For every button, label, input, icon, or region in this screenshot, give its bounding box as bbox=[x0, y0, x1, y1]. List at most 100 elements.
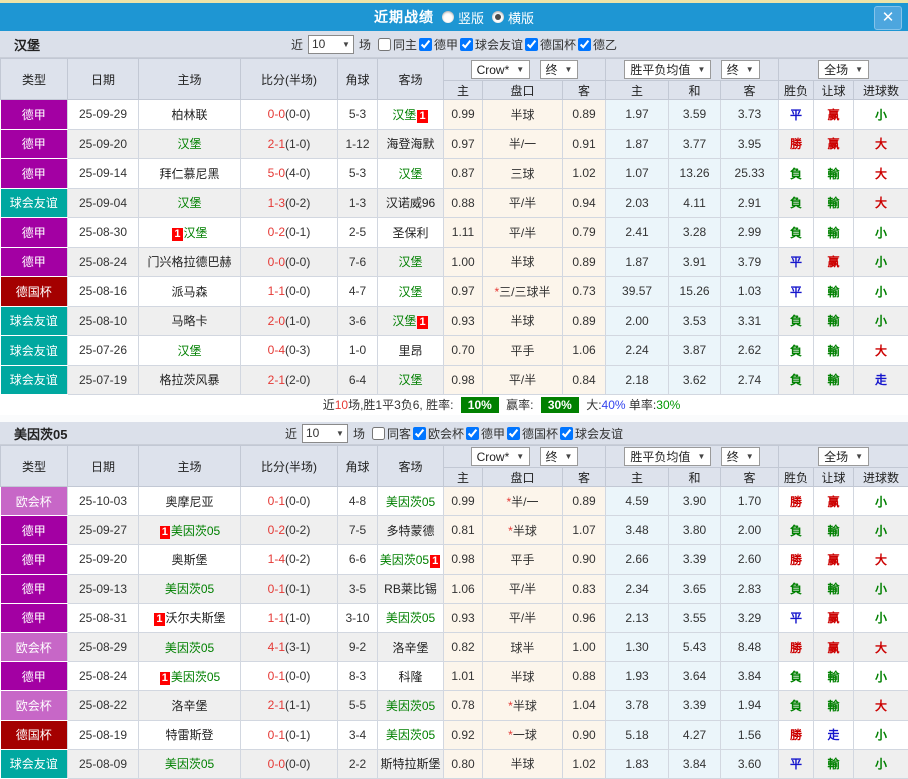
near-label: 近 bbox=[291, 36, 303, 53]
result-outcome: 勝 bbox=[779, 545, 814, 574]
home-team[interactable]: 特雷斯登 bbox=[139, 720, 241, 749]
away-team[interactable]: 美因茨051 bbox=[378, 545, 444, 574]
home-team[interactable]: 柏林联 bbox=[139, 100, 241, 130]
away-team[interactable]: 汉堡 bbox=[378, 159, 444, 189]
home-team[interactable]: 拜仁慕尼黑 bbox=[139, 159, 241, 189]
league-checkbox[interactable] bbox=[507, 427, 520, 440]
league-filter-欧会杯[interactable]: 欧会杯 bbox=[411, 427, 464, 441]
result-outcome: 負 bbox=[779, 662, 814, 691]
avg-draw: 3.91 bbox=[669, 247, 721, 277]
away-team[interactable]: 汉堡 bbox=[378, 277, 444, 307]
league-checkbox[interactable] bbox=[525, 38, 538, 51]
league-filter-德甲[interactable]: 德甲 bbox=[464, 427, 505, 441]
away-team[interactable]: 科隆 bbox=[378, 662, 444, 691]
league-checkbox[interactable] bbox=[413, 427, 426, 440]
match-row: 德甲25-09-13美因茨050-1(0-1)3-5RB莱比锡1.06平/半0.… bbox=[1, 574, 908, 603]
away-team[interactable]: 汉堡1 bbox=[378, 306, 444, 336]
away-team[interactable]: 圣保利 bbox=[378, 218, 444, 248]
layout-radio-vertical[interactable]: 竖版 bbox=[442, 8, 484, 27]
league-checkbox[interactable] bbox=[560, 427, 573, 440]
away-team[interactable]: RB莱比锡 bbox=[378, 574, 444, 603]
odds-away: 0.84 bbox=[563, 365, 606, 395]
away-team[interactable]: 斯特拉斯堡 bbox=[378, 749, 444, 778]
away-team[interactable]: 美因茨05 bbox=[378, 691, 444, 720]
home-team[interactable]: 1美因茨05 bbox=[139, 516, 241, 545]
close-button[interactable]: ✕ bbox=[874, 6, 902, 30]
score: 0-2(0-1) bbox=[241, 218, 338, 248]
away-team[interactable]: 海登海默 bbox=[378, 129, 444, 159]
match-count-select[interactable]: 10▼ bbox=[308, 35, 354, 54]
match-row: 德甲25-09-14拜仁慕尼黑5-0(4-0)5-3汉堡0.87三球1.021.… bbox=[1, 159, 908, 189]
bookmaker-select[interactable]: Crow*▼ bbox=[471, 447, 531, 466]
odds-home: 0.80 bbox=[444, 749, 483, 778]
col-header-corner: 角球 bbox=[338, 446, 378, 487]
home-team[interactable]: 奥摩尼亚 bbox=[139, 487, 241, 516]
away-team[interactable]: 美因茨05 bbox=[378, 487, 444, 516]
league-type-badge: 德国杯 bbox=[1, 277, 68, 307]
avg-odds-select[interactable]: 胜平负均值▼ bbox=[624, 60, 711, 79]
league-filter-label: 球会友谊 bbox=[475, 38, 523, 52]
final-odds-select[interactable]: 终▼ bbox=[540, 60, 579, 79]
match-count-select[interactable]: 10▼ bbox=[302, 424, 348, 443]
league-checkbox[interactable] bbox=[419, 38, 432, 51]
home-team[interactable]: 派马森 bbox=[139, 277, 241, 307]
home-team[interactable]: 汉堡 bbox=[139, 188, 241, 218]
odds-away: 1.02 bbox=[563, 159, 606, 189]
league-filters: 欧会杯德甲德国杯球会友谊 bbox=[411, 425, 623, 442]
league-filter-德乙[interactable]: 德乙 bbox=[576, 38, 617, 52]
result-handicap: 赢 bbox=[814, 129, 854, 159]
home-team[interactable]: 汉堡 bbox=[139, 129, 241, 159]
scope-select[interactable]: 全场▼ bbox=[818, 60, 869, 79]
odds-home: 1.11 bbox=[444, 218, 483, 248]
match-row: 球会友谊25-07-26汉堡0-4(0-3)1-0里昂0.70平手1.062.2… bbox=[1, 336, 908, 366]
layout-radio-horizontal[interactable]: 横版 bbox=[492, 8, 534, 27]
result-handicap: 赢 bbox=[814, 100, 854, 130]
home-team[interactable]: 1沃尔夫斯堡 bbox=[139, 603, 241, 632]
away-team[interactable]: 汉堡1 bbox=[378, 100, 444, 130]
away-team[interactable]: 美因茨05 bbox=[378, 720, 444, 749]
away-team[interactable]: 洛辛堡 bbox=[378, 632, 444, 661]
home-team[interactable]: 1美因茨05 bbox=[139, 662, 241, 691]
final-avg-select[interactable]: 终▼ bbox=[721, 447, 760, 466]
home-team[interactable]: 门兴格拉德巴赫 bbox=[139, 247, 241, 277]
home-team[interactable]: 格拉茨风暴 bbox=[139, 365, 241, 395]
league-checkbox[interactable] bbox=[460, 38, 473, 51]
league-filter-德甲[interactable]: 德甲 bbox=[417, 38, 458, 52]
league-filter-德国杯[interactable]: 德国杯 bbox=[523, 38, 576, 52]
avg-home: 2.03 bbox=[606, 188, 669, 218]
away-team[interactable]: 汉堡 bbox=[378, 365, 444, 395]
result-handicap: 走 bbox=[814, 720, 854, 749]
away-team[interactable]: 里昂 bbox=[378, 336, 444, 366]
final-odds-select[interactable]: 终▼ bbox=[540, 447, 579, 466]
league-type-badge: 德国杯 bbox=[1, 720, 68, 749]
away-team[interactable]: 多特蒙德 bbox=[378, 516, 444, 545]
league-filter-球会友谊[interactable]: 球会友谊 bbox=[458, 38, 523, 52]
league-filter-德国杯[interactable]: 德国杯 bbox=[505, 427, 558, 441]
same-venue-checkbox[interactable] bbox=[372, 427, 385, 440]
result-goals: 走 bbox=[854, 365, 908, 395]
home-team[interactable]: 1汉堡 bbox=[139, 218, 241, 248]
home-team[interactable]: 奥斯堡 bbox=[139, 545, 241, 574]
final-avg-select[interactable]: 终▼ bbox=[721, 60, 760, 79]
league-type-badge: 欧会杯 bbox=[1, 632, 68, 661]
league-filter-球会友谊[interactable]: 球会友谊 bbox=[558, 427, 623, 441]
league-checkbox[interactable] bbox=[466, 427, 479, 440]
home-team[interactable]: 洛辛堡 bbox=[139, 691, 241, 720]
home-team[interactable]: 美因茨05 bbox=[139, 574, 241, 603]
bookmaker-select[interactable]: Crow*▼ bbox=[471, 60, 531, 79]
avg-home: 5.18 bbox=[606, 720, 669, 749]
scope-select[interactable]: 全场▼ bbox=[818, 447, 869, 466]
chevron-down-icon: ▼ bbox=[855, 65, 863, 74]
same-venue-checkbox[interactable] bbox=[378, 38, 391, 51]
away-team[interactable]: 汉堡 bbox=[378, 247, 444, 277]
home-team[interactable]: 美因茨05 bbox=[139, 749, 241, 778]
home-team[interactable]: 汉堡 bbox=[139, 336, 241, 366]
odds-away: 0.91 bbox=[563, 129, 606, 159]
home-team[interactable]: 马略卡 bbox=[139, 306, 241, 336]
league-checkbox[interactable] bbox=[578, 38, 591, 51]
away-team[interactable]: 美因茨05 bbox=[378, 603, 444, 632]
avg-odds-select[interactable]: 胜平负均值▼ bbox=[624, 447, 711, 466]
home-team[interactable]: 美因茨05 bbox=[139, 632, 241, 661]
result-goals: 大 bbox=[854, 336, 908, 366]
away-team[interactable]: 汉诺威96 bbox=[378, 188, 444, 218]
